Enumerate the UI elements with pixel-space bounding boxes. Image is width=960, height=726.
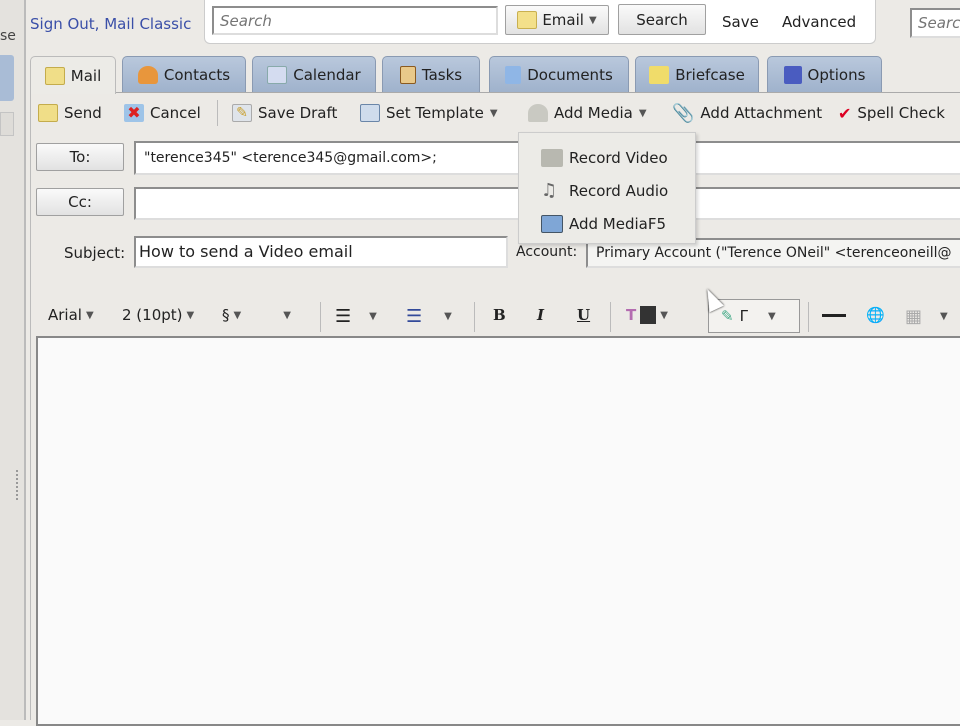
- bullet-list-button[interactable]: ☰ ▼: [335, 306, 377, 327]
- search-button[interactable]: Search: [618, 4, 706, 35]
- font-size-select[interactable]: 2 (10pt) ▼: [122, 306, 194, 324]
- media-file-icon: [541, 214, 563, 233]
- clipped-label: se: [0, 28, 16, 44]
- menu-item-add-media[interactable]: Add MediaF5: [519, 207, 695, 240]
- chevron-down-icon: ▼: [767, 310, 776, 322]
- media-icon: [528, 104, 548, 122]
- bold-button[interactable]: B: [493, 306, 506, 324]
- envelope-icon: [517, 11, 538, 29]
- calendar-icon: [267, 65, 288, 84]
- font-family-select[interactable]: Arial ▼: [48, 306, 94, 324]
- send-button[interactable]: Send: [38, 100, 102, 126]
- left-panel: [0, 0, 26, 720]
- toolbar-separator: [217, 100, 218, 126]
- chevron-down-icon: ▼: [940, 311, 948, 322]
- menu-item-record-audio[interactable]: ♫ Record Audio: [519, 174, 695, 207]
- mail-icon: [44, 66, 65, 85]
- template-icon: [360, 104, 380, 122]
- tab-calendar[interactable]: Calendar: [252, 56, 376, 92]
- save-draft-icon: ✎: [232, 104, 252, 122]
- chevron-down-icon: ▼: [233, 309, 242, 321]
- cancel-icon: ✖: [124, 104, 144, 122]
- set-template-button[interactable]: Set Template ▼: [360, 100, 498, 126]
- chevron-down-icon: ▼: [283, 309, 291, 321]
- search-type-dropdown[interactable]: Email ▼: [505, 5, 609, 35]
- save-search-link[interactable]: Save: [722, 13, 759, 31]
- cc-button[interactable]: Cc:: [36, 188, 124, 216]
- sidebar-selected[interactable]: [0, 55, 14, 101]
- insert-link-button[interactable]: 🌐: [866, 306, 885, 324]
- tab-options[interactable]: Options: [767, 56, 882, 92]
- add-media-menu: Record Video ♫ Record Audio Add MediaF5: [518, 132, 696, 244]
- chevron-down-icon: ▼: [638, 107, 647, 119]
- separator: [320, 302, 321, 332]
- contacts-icon: [137, 65, 158, 84]
- separator: [474, 302, 475, 332]
- cancel-button[interactable]: ✖ Cancel: [124, 100, 201, 126]
- globe-link-icon: 🌐: [866, 306, 885, 324]
- to-button[interactable]: To:: [36, 143, 124, 171]
- documents-icon: [505, 65, 522, 84]
- chevron-down-icon: ▼: [489, 107, 498, 119]
- paperclip-icon: 📎: [672, 102, 695, 124]
- sidebar-item[interactable]: [0, 112, 14, 136]
- wrench-icon: [783, 65, 802, 84]
- advanced-search-link[interactable]: Advanced: [782, 13, 856, 31]
- send-icon: [38, 104, 58, 122]
- text-color-button[interactable]: T ▼: [626, 306, 668, 324]
- video-camera-icon: [541, 148, 563, 167]
- music-note-icon: ♫: [541, 180, 558, 201]
- tab-documents[interactable]: Documents: [489, 56, 629, 92]
- text-color-icon: T: [626, 306, 637, 324]
- separator: [808, 302, 809, 332]
- insert-table-button[interactable]: ▦ ▼: [905, 306, 948, 327]
- chevron-down-icon: ▼: [369, 311, 377, 322]
- chevron-down-icon: ▼: [660, 309, 668, 321]
- briefcase-icon: [649, 65, 670, 84]
- splitter-handle[interactable]: [16, 470, 22, 500]
- account-label: Account:: [516, 244, 578, 260]
- tasks-icon: [399, 65, 416, 84]
- subject-label: Subject:: [64, 244, 126, 262]
- indent-icon: ☰: [406, 306, 423, 327]
- tab-briefcase[interactable]: Briefcase: [635, 56, 759, 92]
- add-attachment-button[interactable]: 📎 Add Attachment: [672, 100, 822, 126]
- indent-button[interactable]: ☰ ▼: [406, 306, 452, 327]
- chevron-down-icon: ▼: [85, 309, 94, 321]
- search-input[interactable]: [212, 6, 498, 35]
- tab-tasks[interactable]: Tasks: [382, 56, 480, 92]
- chevron-down-icon: ▼: [186, 309, 195, 321]
- menu-item-record-video[interactable]: Record Video: [519, 141, 695, 174]
- table-icon: ▦: [905, 306, 923, 327]
- horizontal-rule-icon[interactable]: [822, 314, 846, 317]
- separator: [610, 302, 611, 332]
- add-media-button[interactable]: Add Media ▼: [528, 100, 647, 126]
- save-draft-button[interactable]: ✎ Save Draft: [232, 100, 337, 126]
- chevron-down-icon: ▼: [444, 311, 452, 322]
- sign-out-link[interactable]: Sign Out, Mail Classic: [30, 15, 191, 33]
- tab-contacts[interactable]: Contacts: [122, 56, 246, 92]
- tab-mail[interactable]: Mail: [30, 56, 116, 94]
- highlighter-icon: ✎: [721, 307, 734, 325]
- paragraph-style-select[interactable]: § ▼ ▼: [222, 306, 291, 324]
- subject-field[interactable]: How to send a Video email: [134, 236, 508, 268]
- chevron-down-icon: ▼: [588, 14, 597, 26]
- color-swatch: [640, 306, 657, 324]
- right-search-input[interactable]: [910, 8, 960, 38]
- border-icon: Γ: [739, 307, 748, 325]
- underline-button[interactable]: U: [577, 306, 590, 324]
- message-body-editor[interactable]: [36, 336, 960, 726]
- list-icon: ☰: [335, 306, 352, 327]
- spell-check-button[interactable]: ✔ Spell Check: [838, 100, 945, 126]
- italic-button[interactable]: I: [537, 306, 544, 324]
- spell-check-icon: ✔: [838, 103, 852, 123]
